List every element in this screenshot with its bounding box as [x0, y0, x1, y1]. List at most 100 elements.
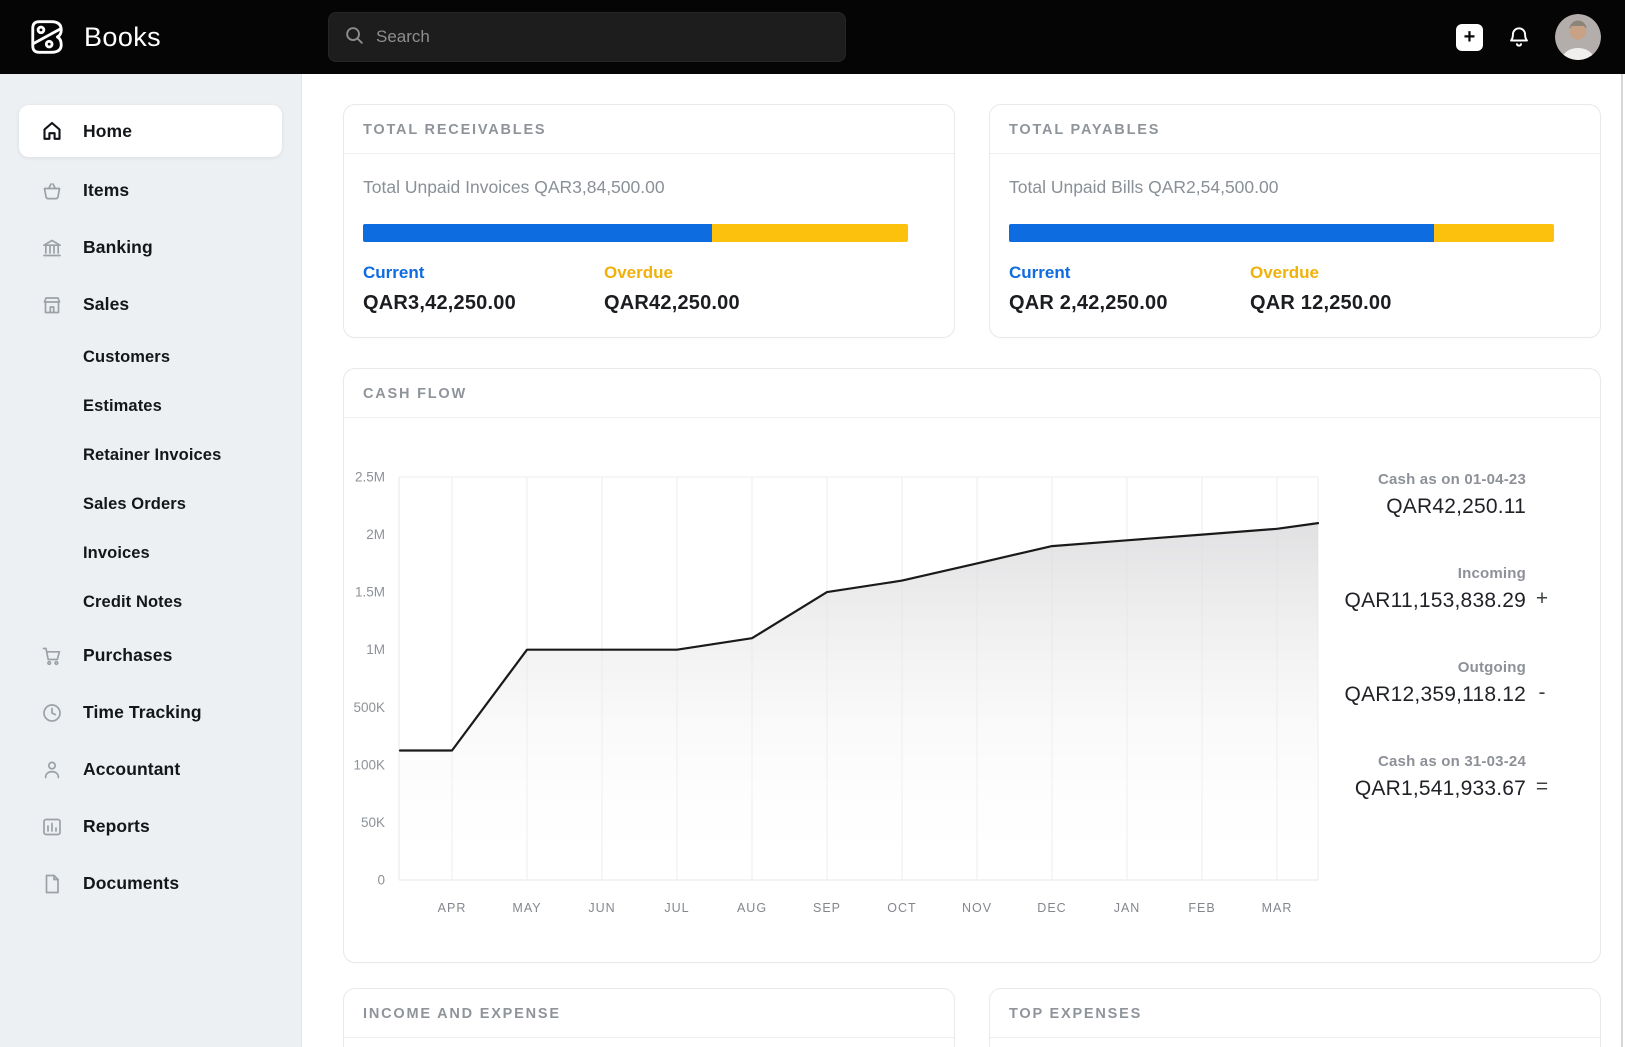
- sidebar-item-invoices[interactable]: Invoices: [0, 529, 301, 578]
- sidebar-item-sales[interactable]: Sales: [0, 276, 301, 333]
- app-title: Books: [84, 22, 161, 53]
- x-axis-label: DEC: [1037, 901, 1066, 915]
- cashflow-summary: Cash as on 01-04-23QAR42,250.11IncomingQ…: [1319, 418, 1600, 963]
- x-axis-label: AUG: [737, 901, 767, 915]
- sidebar-item-estimates[interactable]: Estimates: [0, 382, 301, 431]
- x-axis-label: NOV: [962, 901, 992, 915]
- sidebar-item-accountant[interactable]: Accountant: [0, 741, 301, 798]
- notifications-bell-icon[interactable]: [1506, 24, 1532, 50]
- overdue-label: Overdue: [1250, 263, 1392, 283]
- bank-icon: [40, 236, 64, 260]
- sidebar-item-retainer-invoices[interactable]: Retainer Invoices: [0, 431, 301, 480]
- sidebar-item-label: Documents: [83, 873, 179, 894]
- income-expense-card: INCOME AND EXPENSE: [343, 988, 955, 1047]
- clock-icon: [40, 701, 64, 725]
- sidebar-item-documents[interactable]: Documents: [0, 855, 301, 912]
- income-expense-title: INCOME AND EXPENSE: [344, 989, 954, 1038]
- unpaid-invoices-summary: Total Unpaid Invoices QAR3,84,500.00: [363, 177, 935, 198]
- sidebar-item-banking[interactable]: Banking: [0, 219, 301, 276]
- cashflow-chart-svg: 050K100K500K1M1.5M2M2.5MAPRMAYJUNJULAUGS…: [344, 432, 1319, 932]
- x-axis-label: SEP: [813, 901, 841, 915]
- sidebar-item-label: Items: [83, 180, 129, 201]
- x-axis-label: OCT: [887, 901, 916, 915]
- x-axis-label: MAY: [512, 901, 541, 915]
- current-label: Current: [1009, 263, 1250, 283]
- current-label: Current: [363, 263, 604, 283]
- y-axis-label: 1M: [366, 642, 385, 657]
- sidebar-item-customers[interactable]: Customers: [0, 333, 301, 382]
- sidebar-item-label: Customers: [83, 348, 170, 367]
- summary-label: Outgoing: [1345, 659, 1526, 676]
- add-button[interactable]: +: [1456, 24, 1483, 51]
- store-icon: [40, 293, 64, 317]
- receivables-progress-bar: [363, 224, 908, 242]
- sidebar-item-credit-notes[interactable]: Credit Notes: [0, 578, 301, 627]
- cashflow-summary-row: IncomingQAR11,153,838.29+: [1345, 565, 1558, 613]
- summary-value: QAR42,250.11: [1378, 495, 1526, 519]
- search-icon: [343, 24, 365, 51]
- cashflow-summary-row: Cash as on 31-03-24 QAR1,541,933.67=: [1355, 753, 1558, 801]
- summary-operator: [1526, 517, 1558, 519]
- books-logo-icon: [25, 14, 69, 60]
- x-axis-label: JUN: [588, 901, 615, 915]
- current-bar-segment: [363, 224, 712, 242]
- y-axis-label: 2M: [366, 527, 385, 542]
- user-avatar[interactable]: [1555, 14, 1601, 60]
- sidebar-item-label: Retainer Invoices: [83, 446, 221, 465]
- y-axis-label: 500K: [353, 700, 385, 715]
- y-axis-label: 100K: [353, 757, 385, 772]
- sidebar-item-label: Purchases: [83, 645, 172, 666]
- total-payables-card: TOTAL PAYABLES Total Unpaid Bills QAR2,5…: [989, 104, 1601, 338]
- sidebar-item-label: Home: [83, 121, 132, 142]
- app-header: Books Search +: [0, 0, 1625, 74]
- home-icon: [40, 119, 64, 143]
- y-axis-label: 2.5M: [355, 470, 385, 485]
- sidebar-item-label: Sales Orders: [83, 495, 186, 514]
- receivables-card-title: TOTAL RECEIVABLES: [344, 105, 954, 154]
- search-input[interactable]: Search: [328, 12, 846, 62]
- overdue-amount: QAR42,250.00: [604, 292, 740, 315]
- unpaid-bills-summary: Total Unpaid Bills QAR2,54,500.00: [1009, 177, 1581, 198]
- sidebar-item-label: Reports: [83, 816, 150, 837]
- person-icon: [40, 758, 64, 782]
- sidebar-item-label: Credit Notes: [83, 593, 182, 612]
- summary-operator: -: [1526, 681, 1558, 707]
- overdue-amount: QAR 12,250.00: [1250, 292, 1392, 315]
- summary-value: QAR12,359,118.12: [1345, 683, 1526, 707]
- summary-value: QAR11,153,838.29: [1345, 589, 1526, 613]
- cash-flow-title: CASH FLOW: [344, 369, 1600, 418]
- scrollbar-track[interactable]: [1621, 74, 1623, 1047]
- basket-icon: [40, 179, 64, 203]
- sidebar-item-items[interactable]: Items: [0, 162, 301, 219]
- cash-flow-card: CASH FLOW 050K100K500K1M1.5M2M2.5MAPRMAY…: [343, 368, 1601, 963]
- top-expenses-title: TOP EXPENSES: [990, 989, 1600, 1038]
- summary-value: QAR1,541,933.67: [1355, 777, 1526, 801]
- app-logo[interactable]: Books: [25, 14, 161, 60]
- sidebar-item-home[interactable]: Home: [19, 105, 282, 157]
- payables-progress-bar: [1009, 224, 1554, 242]
- overdue-bar-segment: [1434, 224, 1554, 242]
- overdue-label: Overdue: [604, 263, 740, 283]
- sidebar-item-reports[interactable]: Reports: [0, 798, 301, 855]
- x-axis-label: JUL: [664, 901, 689, 915]
- top-expenses-card: TOP EXPENSES: [989, 988, 1601, 1047]
- summary-label: Cash as on 31-03-24: [1355, 753, 1526, 770]
- summary-operator: =: [1526, 775, 1558, 801]
- sidebar-item-purchases[interactable]: Purchases: [0, 627, 301, 684]
- sidebar-item-label: Sales: [83, 294, 129, 315]
- overdue-bar-segment: [712, 224, 908, 242]
- cashflow-area-fill: [400, 523, 1318, 880]
- sidebar-item-label: Time Tracking: [83, 702, 202, 723]
- cart-icon: [40, 644, 64, 668]
- sidebar-item-sales-orders[interactable]: Sales Orders: [0, 480, 301, 529]
- sidebar-nav: Home Items Banking Sales Customers Estimates R…: [0, 74, 301, 912]
- sidebar-item-label: Accountant: [83, 759, 180, 780]
- sidebar-item-time-tracking[interactable]: Time Tracking: [0, 684, 301, 741]
- report-icon: [40, 815, 64, 839]
- x-axis-label: APR: [438, 901, 467, 915]
- y-axis-label: 1.5M: [355, 585, 385, 600]
- summary-operator: +: [1526, 587, 1558, 613]
- sidebar: Home Items Banking Sales Customers Estimates R…: [0, 74, 302, 1047]
- x-axis-label: FEB: [1188, 901, 1215, 915]
- x-axis-label: MAR: [1262, 901, 1293, 915]
